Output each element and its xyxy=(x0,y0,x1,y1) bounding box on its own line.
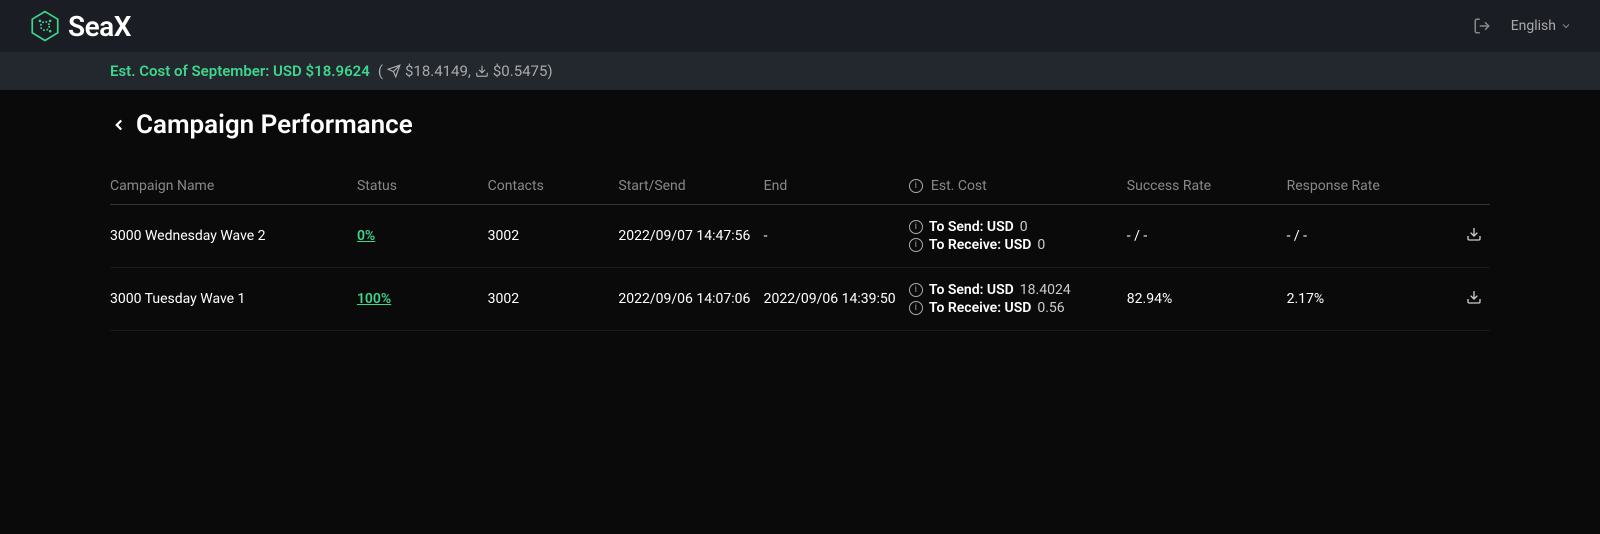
info-icon[interactable]: i xyxy=(909,220,923,234)
th-response: Response Rate xyxy=(1287,168,1447,205)
cell-name: 3000 Tuesday Wave 1 xyxy=(110,268,357,331)
cell-cost: i To Send: USD 18.4024 i To Receive: USD… xyxy=(909,268,1127,331)
page-title: Campaign Performance xyxy=(136,110,413,140)
top-bar: SeaX English xyxy=(0,0,1600,52)
th-cost-label: Est. Cost xyxy=(931,178,987,194)
est-cost-detail: ( $18.4149, $0.5475) xyxy=(378,62,553,80)
table-row: 3000 Wednesday Wave 2 0% 3002 2022/09/07… xyxy=(110,205,1490,268)
logo-icon xyxy=(28,9,62,43)
receive-icon xyxy=(475,64,489,78)
cell-contacts: 3002 xyxy=(488,268,619,331)
brand-text: SeaX xyxy=(68,10,131,43)
th-download xyxy=(1446,168,1490,205)
download-icon[interactable] xyxy=(1466,226,1482,242)
cost-send-value: 0 xyxy=(1020,219,1028,235)
cost-recv-label: To Receive: USD xyxy=(929,237,1031,253)
cost-recv-value: 0 xyxy=(1037,237,1045,253)
logout-icon[interactable] xyxy=(1473,17,1491,35)
cell-start: 2022/09/07 14:47:56 xyxy=(618,205,763,268)
cell-response: 2.17% xyxy=(1287,268,1447,331)
info-icon[interactable]: i xyxy=(909,238,923,252)
th-success: Success Rate xyxy=(1127,168,1287,205)
th-name: Campaign Name xyxy=(110,168,357,205)
download-icon[interactable] xyxy=(1466,289,1482,305)
info-icon[interactable]: i xyxy=(909,301,923,315)
campaign-table: Campaign Name Status Contacts Start/Send… xyxy=(110,168,1490,331)
cell-start: 2022/09/06 14:07:06 xyxy=(618,268,763,331)
info-icon[interactable]: i xyxy=(909,179,923,193)
th-start: Start/Send xyxy=(618,168,763,205)
cost-send-label: To Send: USD xyxy=(929,282,1014,298)
cost-recv-label: To Receive: USD xyxy=(929,300,1031,316)
cost-recv-value: 0.56 xyxy=(1037,300,1064,316)
table-header-row: Campaign Name Status Contacts Start/Send… xyxy=(110,168,1490,205)
cost-summary-bar: Est. Cost of September: USD $18.9624 ( $… xyxy=(0,52,1600,90)
cost-send-value: 18.4024 xyxy=(1020,282,1071,298)
cell-cost: i To Send: USD 0 i To Receive: USD 0 xyxy=(909,205,1127,268)
chevron-down-icon xyxy=(1560,20,1572,32)
cell-status: 100% xyxy=(357,268,488,331)
info-icon[interactable]: i xyxy=(909,283,923,297)
language-label: English xyxy=(1511,18,1556,34)
table-row: 3000 Tuesday Wave 1 100% 3002 2022/09/06… xyxy=(110,268,1490,331)
th-end: End xyxy=(764,168,909,205)
cell-contacts: 3002 xyxy=(488,205,619,268)
cell-end: 2022/09/06 14:39:50 xyxy=(764,268,909,331)
cell-success: - / - xyxy=(1127,205,1287,268)
main-content: Campaign Performance Campaign Name Statu… xyxy=(0,90,1600,351)
cell-download xyxy=(1446,205,1490,268)
status-link[interactable]: 0% xyxy=(357,228,375,244)
brand-logo[interactable]: SeaX xyxy=(28,9,131,43)
receive-amount: $0.5475) xyxy=(493,62,553,80)
cell-download xyxy=(1446,268,1490,331)
send-icon xyxy=(387,64,401,78)
cell-success: 82.94% xyxy=(1127,268,1287,331)
cell-name: 3000 Wednesday Wave 2 xyxy=(110,205,357,268)
th-cost: i Est. Cost xyxy=(909,168,1127,205)
cell-end: - xyxy=(764,205,909,268)
th-status: Status xyxy=(357,168,488,205)
page-header: Campaign Performance xyxy=(110,110,1490,140)
back-button[interactable] xyxy=(110,112,128,138)
language-selector[interactable]: English xyxy=(1511,18,1572,34)
cell-response: - / - xyxy=(1287,205,1447,268)
status-link[interactable]: 100% xyxy=(357,291,391,307)
top-right: English xyxy=(1473,17,1572,35)
cost-send-label: To Send: USD xyxy=(929,219,1014,235)
th-contacts: Contacts xyxy=(488,168,619,205)
send-amount: $18.4149, xyxy=(405,62,471,80)
est-cost-main: Est. Cost of September: USD $18.9624 xyxy=(110,62,370,80)
cell-status: 0% xyxy=(357,205,488,268)
